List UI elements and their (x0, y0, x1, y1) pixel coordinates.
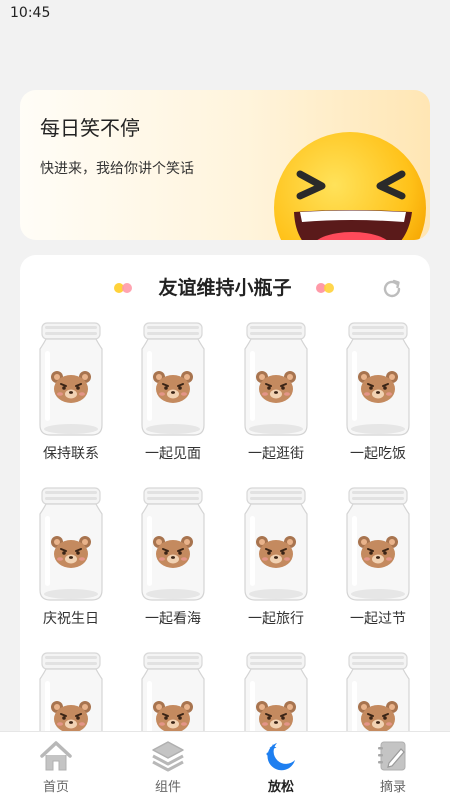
jar-icon (244, 487, 308, 601)
banner-title: 每日笑不停 (40, 116, 140, 140)
jar-item[interactable]: 庆祝生日 (20, 486, 122, 636)
jar-label: 一起吃饭 (350, 446, 406, 462)
notebook-pen-icon (378, 741, 406, 771)
joke-banner[interactable]: 每日笑不停 快进来，我给你讲个笑话 (20, 90, 430, 240)
jar-icon (141, 322, 205, 436)
jar-icon (346, 322, 410, 436)
jar-icon (39, 322, 103, 436)
card-header: 友谊维持小瓶子 (20, 269, 430, 303)
banner-subtitle: 快进来，我给你讲个笑话 (40, 161, 194, 177)
tab-label: 摘录 (379, 780, 406, 795)
jar-icon (141, 487, 205, 601)
status-bar: 10:45 (0, 0, 450, 26)
jar-item[interactable]: 一起逛街 (225, 321, 327, 471)
jar-label: 一起过节 (350, 611, 406, 627)
tab-home[interactable]: 首页 (0, 732, 112, 800)
jar-item[interactable]: 一起看海 (122, 486, 224, 636)
jar-label: 一起旅行 (248, 611, 304, 627)
jar-label: 一起逛街 (248, 446, 304, 462)
jar-label: 庆祝生日 (43, 611, 99, 627)
decorative-dots-icon (316, 283, 334, 293)
jar-item[interactable]: 一起吃饭 (327, 321, 429, 471)
moon-icon (266, 743, 295, 771)
jar-item[interactable]: 一起旅行 (225, 486, 327, 636)
jar-item[interactable]: 一起过节 (327, 486, 429, 636)
jar-icon (244, 322, 308, 436)
bottom-tab-bar: 首页 组件 放松 摘录 (0, 731, 450, 800)
jar-item[interactable]: 保持联系 (20, 321, 122, 471)
jar-icon (39, 487, 103, 601)
tab-layers[interactable]: 组件 (112, 732, 224, 800)
friendship-jars-card: 友谊维持小瓶子 保持联系 一起见面 一起逛街 一起吃饭 庆祝生日 一起看海 一起… (20, 255, 430, 775)
card-title: 友谊维持小瓶子 (158, 277, 292, 299)
jar-item[interactable]: 一起见面 (122, 321, 224, 471)
layers-icon (152, 741, 184, 772)
home-icon (40, 741, 72, 771)
jar-label: 保持联系 (43, 446, 99, 462)
laughing-emoji-icon (274, 132, 426, 240)
tab-label: 首页 (42, 780, 69, 795)
refresh-icon[interactable] (380, 277, 404, 301)
jar-icon (346, 487, 410, 601)
status-time: 10:45 (10, 5, 51, 21)
jar-label: 一起见面 (145, 446, 201, 462)
tab-notebook-pen[interactable]: 摘录 (337, 732, 449, 800)
tab-label: 组件 (154, 780, 181, 795)
tab-label: 放松 (267, 780, 294, 795)
tab-moon[interactable]: 放松 (225, 732, 337, 800)
jar-label: 一起看海 (145, 611, 201, 627)
